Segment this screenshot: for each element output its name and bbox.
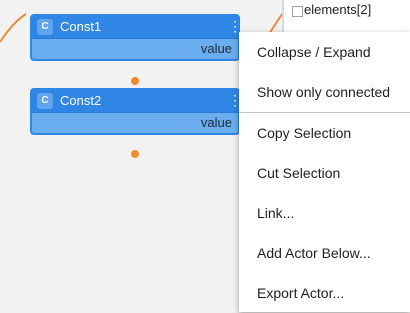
elements-port-label: elements[2] [304, 2, 372, 17]
kebab-menu-icon[interactable]: ⋮ [228, 16, 242, 38]
menu-item-link[interactable]: Link... [239, 193, 410, 233]
connector-line-left [0, 13, 27, 43]
menu-item-cut-selection[interactable]: Cut Selection [239, 153, 410, 193]
output-port-dot[interactable] [131, 150, 139, 158]
node-header[interactable]: C Const1 ⋮ [32, 16, 242, 39]
kebab-menu-icon[interactable]: ⋮ [228, 90, 242, 112]
const-type-icon: C [37, 19, 53, 35]
input-port-checkbox[interactable] [292, 6, 303, 17]
node-const2[interactable]: C Const2 ⋮ value [30, 88, 242, 135]
output-port-dot[interactable] [131, 77, 139, 85]
node-title: Const2 [60, 93, 102, 108]
menu-item-export-actor[interactable]: Export Actor... [239, 273, 410, 313]
node-const1[interactable]: C Const1 ⋮ value [30, 14, 242, 61]
output-port-label: value [200, 41, 232, 56]
context-menu: Collapse / Expand Show only connected Co… [239, 32, 410, 312]
menu-item-add-actor-below[interactable]: Add Actor Below... [239, 233, 410, 273]
node-title: Const1 [60, 19, 102, 34]
output-port-label: value [200, 115, 232, 130]
menu-item-copy-selection[interactable]: Copy Selection [239, 113, 410, 153]
menu-item-show-only-connected[interactable]: Show only connected [239, 72, 410, 112]
const-type-icon: C [37, 93, 53, 109]
node-header[interactable]: C Const2 ⋮ [32, 90, 242, 113]
menu-item-collapse-expand[interactable]: Collapse / Expand [239, 32, 410, 72]
